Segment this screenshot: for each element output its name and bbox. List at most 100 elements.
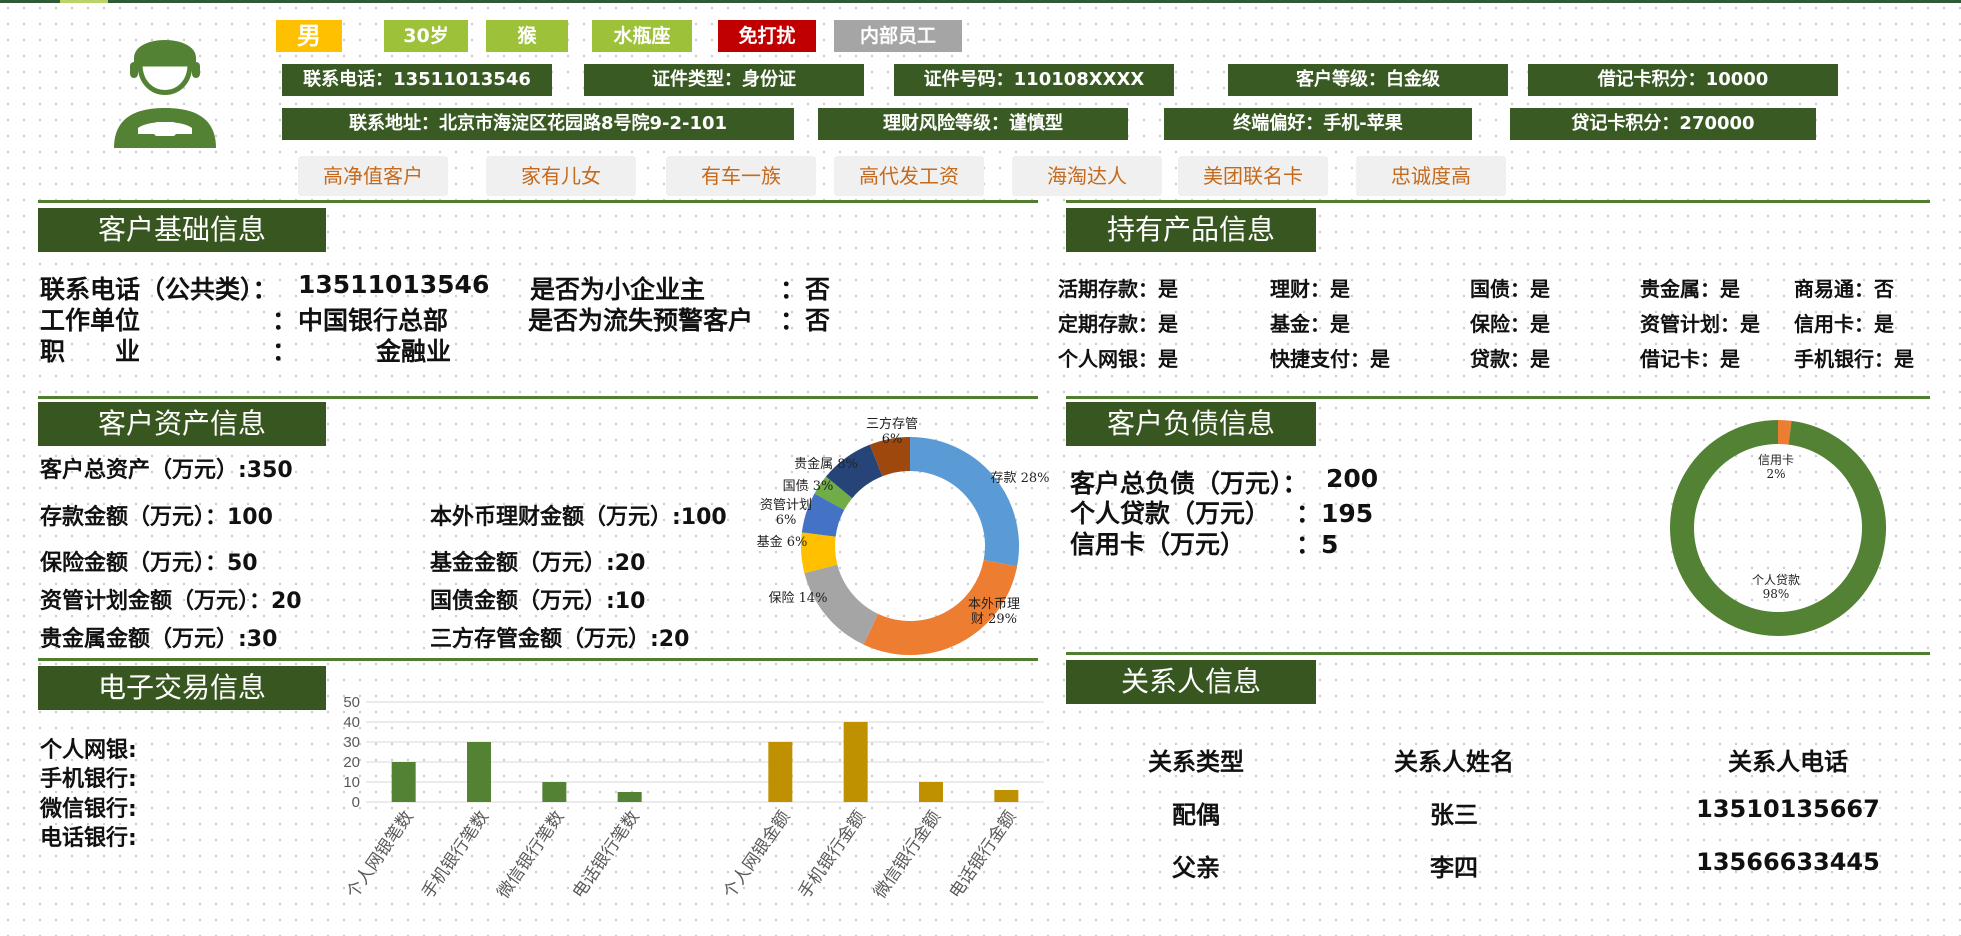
x-tick-label: 手机银行笔数: [418, 807, 493, 902]
divider-debt: [1066, 396, 1930, 399]
divider-etrade: [38, 658, 1038, 661]
debt-donut-chart: 信用卡2% 个人贷款98%: [1670, 420, 1886, 636]
product-item: 商易通：否: [1794, 277, 1894, 301]
etrade-bar-chart: 0 10 20 30 40 50 个人网银笔数 手机银行笔数 微信银行笔数 电话银行笔数 个人网银金…: [343, 694, 1044, 902]
phone-chip: 联系电话：13511013546: [282, 64, 552, 96]
assets-title: 客户资产信息: [38, 402, 326, 446]
zodiac-tag: 猴: [486, 20, 568, 52]
donut-label: 个人贷款: [1752, 573, 1800, 587]
product-item: 快捷支付：是: [1270, 347, 1390, 371]
debit-points-chip: 借记卡积分：10000: [1528, 64, 1838, 96]
risk-level-chip: 理财风险等级：谨慎型: [818, 108, 1128, 140]
credit-points-chip: 贷记卡积分：270000: [1510, 108, 1816, 140]
constellation-tag: 水瓶座: [592, 20, 692, 52]
product-item: 基金：是: [1270, 312, 1350, 336]
asset-donut-chart: 存款 28%本外币理财 29%保险 14%基金 6%资管计划6%国债 3%贵金属…: [757, 416, 1050, 655]
top-accent: [60, 0, 108, 3]
donut-label: 6%: [882, 432, 903, 447]
total-assets: 客户总资产（万元）:350: [40, 458, 293, 483]
divider-assets: [38, 396, 1038, 399]
donut-slice: [804, 564, 879, 645]
occupation-label: 职 业: [40, 337, 141, 366]
occupation-colon: ：: [272, 337, 298, 366]
donut-label: 国债 3%: [783, 479, 834, 494]
x-tick-label: 个人网银笔数: [343, 807, 418, 902]
label-high-salary[interactable]: 高代发工资: [834, 156, 984, 196]
bar: [768, 742, 793, 802]
etrade-item: 个人网银:: [40, 738, 137, 763]
divider-relations: [1066, 652, 1930, 655]
bar: [843, 722, 868, 802]
divider-products: [1066, 200, 1930, 203]
label-overseas-shopper[interactable]: 海淘达人: [1012, 156, 1162, 196]
donut-slice: [801, 493, 845, 538]
divider-basic: [38, 200, 1038, 203]
etrade-item: 微信银行:: [40, 797, 137, 822]
x-tick-label: 电话银行笔数: [569, 807, 644, 902]
relations-title: 关系人信息: [1066, 660, 1316, 704]
bar: [994, 790, 1019, 802]
product-item: 贷款：是: [1470, 347, 1550, 371]
label-car-owner[interactable]: 有车一族: [666, 156, 816, 196]
product-item: 国债：是: [1470, 277, 1550, 301]
product-item: 定期存款：是: [1058, 312, 1178, 336]
label-high-net-worth[interactable]: 高净值客户: [298, 156, 448, 196]
fund-amount: 基金金额（万元）:20: [430, 551, 646, 576]
products-title: 持有产品信息: [1066, 208, 1316, 252]
custody-amount: 三方存管金额（万元）:20: [430, 627, 690, 652]
internal-staff-tag: 内部员工: [834, 20, 962, 52]
bar: [391, 762, 416, 802]
bar: [919, 782, 943, 802]
id-type-chip: 证件类型：身份证: [584, 64, 864, 96]
label-meituan-card[interactable]: 美团联名卡: [1178, 156, 1328, 196]
donut-label: 98%: [1763, 587, 1790, 601]
bond-amount: 国债金额（万元）:10: [430, 589, 646, 614]
insurance-amount: 保险金额（万元）：50: [40, 551, 258, 576]
relation-phone-cell: 13566633445: [1696, 848, 1880, 876]
product-item: 资管计划：是: [1640, 312, 1760, 336]
credit-card-value: ：5: [1296, 530, 1339, 559]
label-high-loyalty[interactable]: 忠诚度高: [1356, 156, 1506, 196]
donut-label: 2%: [1766, 467, 1785, 481]
credit-card-label: 信用卡（万元）: [1070, 530, 1246, 559]
y-tick-label: 50: [343, 694, 360, 711]
relation-phone-header: 关系人电话: [1728, 748, 1848, 776]
etrade-item: 电话银行:: [40, 826, 137, 851]
donut-label: 存款 28%: [990, 471, 1049, 486]
x-tick-label: 手机银行金额: [795, 807, 870, 902]
product-item: 保险：是: [1470, 312, 1550, 336]
donut-label: 财 29%: [971, 612, 1017, 627]
donut-label: 三方存管: [866, 416, 918, 432]
basic-info-title: 客户基础信息: [38, 208, 326, 252]
relation-type-cell: 配偶: [1172, 801, 1220, 829]
customer-level-chip: 客户等级：白金级: [1228, 64, 1508, 96]
product-item: 贵金属：是: [1640, 277, 1740, 301]
churn-warning-value: ：否: [780, 306, 831, 335]
y-tick-label: 30: [343, 734, 360, 751]
relation-name-cell: 李四: [1430, 854, 1478, 882]
product-item: 信用卡：是: [1794, 312, 1894, 336]
bar: [542, 782, 567, 802]
donut-label: 基金 6%: [757, 534, 808, 550]
donut-slice: [869, 437, 911, 477]
y-tick-label: 10: [343, 774, 360, 791]
total-debt-value: 200: [1326, 464, 1379, 493]
deposit-amount: 存款金额（万元）：100: [40, 505, 273, 530]
x-tick-label: 个人网银金额: [720, 807, 795, 902]
product-item: 借记卡：是: [1640, 347, 1740, 371]
relation-type-cell: 父亲: [1172, 854, 1220, 882]
id-number-chip: 证件号码：110108XXXX: [894, 64, 1174, 96]
relation-name-header: 关系人姓名: [1394, 748, 1514, 776]
churn-warning-label: 是否为流失预警客户: [528, 306, 754, 335]
donut-slice: [909, 437, 1019, 567]
debt-title: 客户负债信息: [1066, 402, 1316, 446]
bar: [467, 742, 491, 802]
x-tick-label: 电话银行金额: [946, 807, 1021, 902]
etrade-item: 手机银行:: [40, 767, 137, 792]
label-has-children[interactable]: 家有儿女: [486, 156, 636, 196]
asset-mgmt-amount: 资管计划金额（万元）：20: [40, 589, 302, 614]
address-chip: 联系地址：北京市海淀区花园路8号院9-2-101: [282, 108, 794, 140]
product-item: 个人网银：是: [1058, 347, 1178, 371]
device-pref-chip: 终端偏好：手机-苹果: [1164, 108, 1472, 140]
relation-type-header: 关系类型: [1148, 748, 1244, 776]
